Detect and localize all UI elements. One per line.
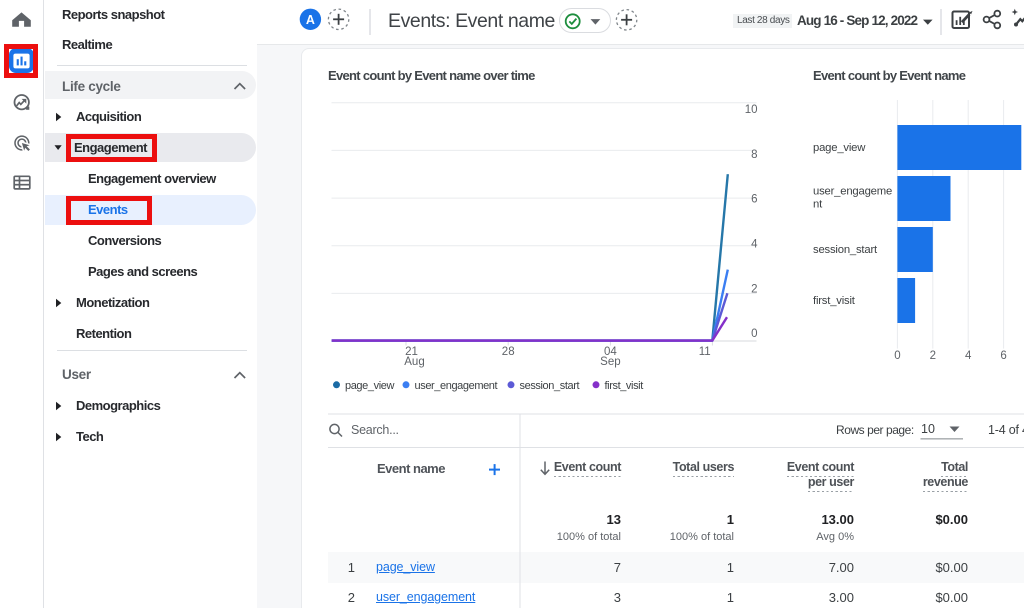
svg-text:Aug: Aug — [404, 356, 424, 368]
svg-text:first_visit: first_visit — [605, 380, 644, 392]
svg-text:user_engagement: user_engagement — [415, 380, 498, 392]
svg-text:6: 6 — [751, 194, 757, 206]
svg-text:session_start: session_start — [520, 380, 580, 392]
svg-text:8: 8 — [751, 149, 757, 161]
svg-text:2: 2 — [751, 283, 757, 295]
svg-text:page_view: page_view — [345, 380, 394, 392]
svg-text:4: 4 — [751, 239, 758, 251]
svg-text:11: 11 — [699, 346, 711, 358]
svg-text:0: 0 — [751, 328, 757, 340]
svg-text:4: 4 — [965, 350, 972, 362]
svg-text:Sep: Sep — [600, 356, 620, 368]
svg-text:6: 6 — [1000, 350, 1006, 362]
svg-text:page_view: page_view — [813, 142, 866, 154]
svg-text:10: 10 — [745, 104, 758, 116]
svg-text:nt: nt — [813, 199, 823, 211]
svg-text:28: 28 — [502, 346, 515, 358]
svg-text:2: 2 — [930, 350, 936, 362]
svg-text:user_engageme: user_engageme — [813, 186, 892, 198]
svg-text:0: 0 — [894, 350, 900, 362]
svg-text:session_start: session_start — [813, 244, 878, 256]
svg-text:first_visit: first_visit — [813, 295, 856, 307]
svg-text:A: A — [306, 13, 315, 27]
